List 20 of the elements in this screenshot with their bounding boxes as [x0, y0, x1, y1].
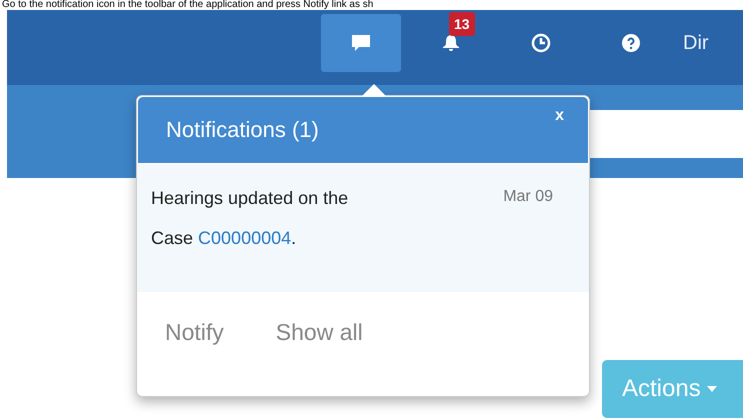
input-field[interactable] — [590, 110, 743, 158]
notification-date: Mar 09 — [503, 188, 553, 207]
chat-button[interactable] — [321, 14, 401, 72]
bell-icon — [442, 33, 460, 53]
caret-icon — [706, 386, 717, 392]
notification-item[interactable]: Hearings updated on the Case C00000004. Mar 09 — [137, 164, 589, 292]
footer-link[interactable]: Notify — [165, 319, 224, 346]
footer-link[interactable]: Show all — [276, 319, 363, 346]
case-link[interactable]: C00000004 — [198, 228, 292, 248]
actions-button[interactable]: Actions — [602, 360, 743, 418]
help-icon — [621, 33, 641, 53]
user-name[interactable]: Dir — [683, 32, 743, 54]
count-badge: 13 — [449, 12, 475, 36]
clock-icon — [531, 33, 551, 53]
popover-title: Notifications (1) — [166, 117, 319, 143]
close-button[interactable]: x — [555, 107, 564, 125]
instruction-text: Go to the notification icon in the toolbar of the application and press Notify link as sh — [1, 0, 374, 10]
notification-text: Hearings updated on the Case C00000004. — [151, 187, 350, 250]
speech-bubble-icon — [350, 33, 372, 53]
notifications-button[interactable]: 13 — [411, 14, 491, 72]
